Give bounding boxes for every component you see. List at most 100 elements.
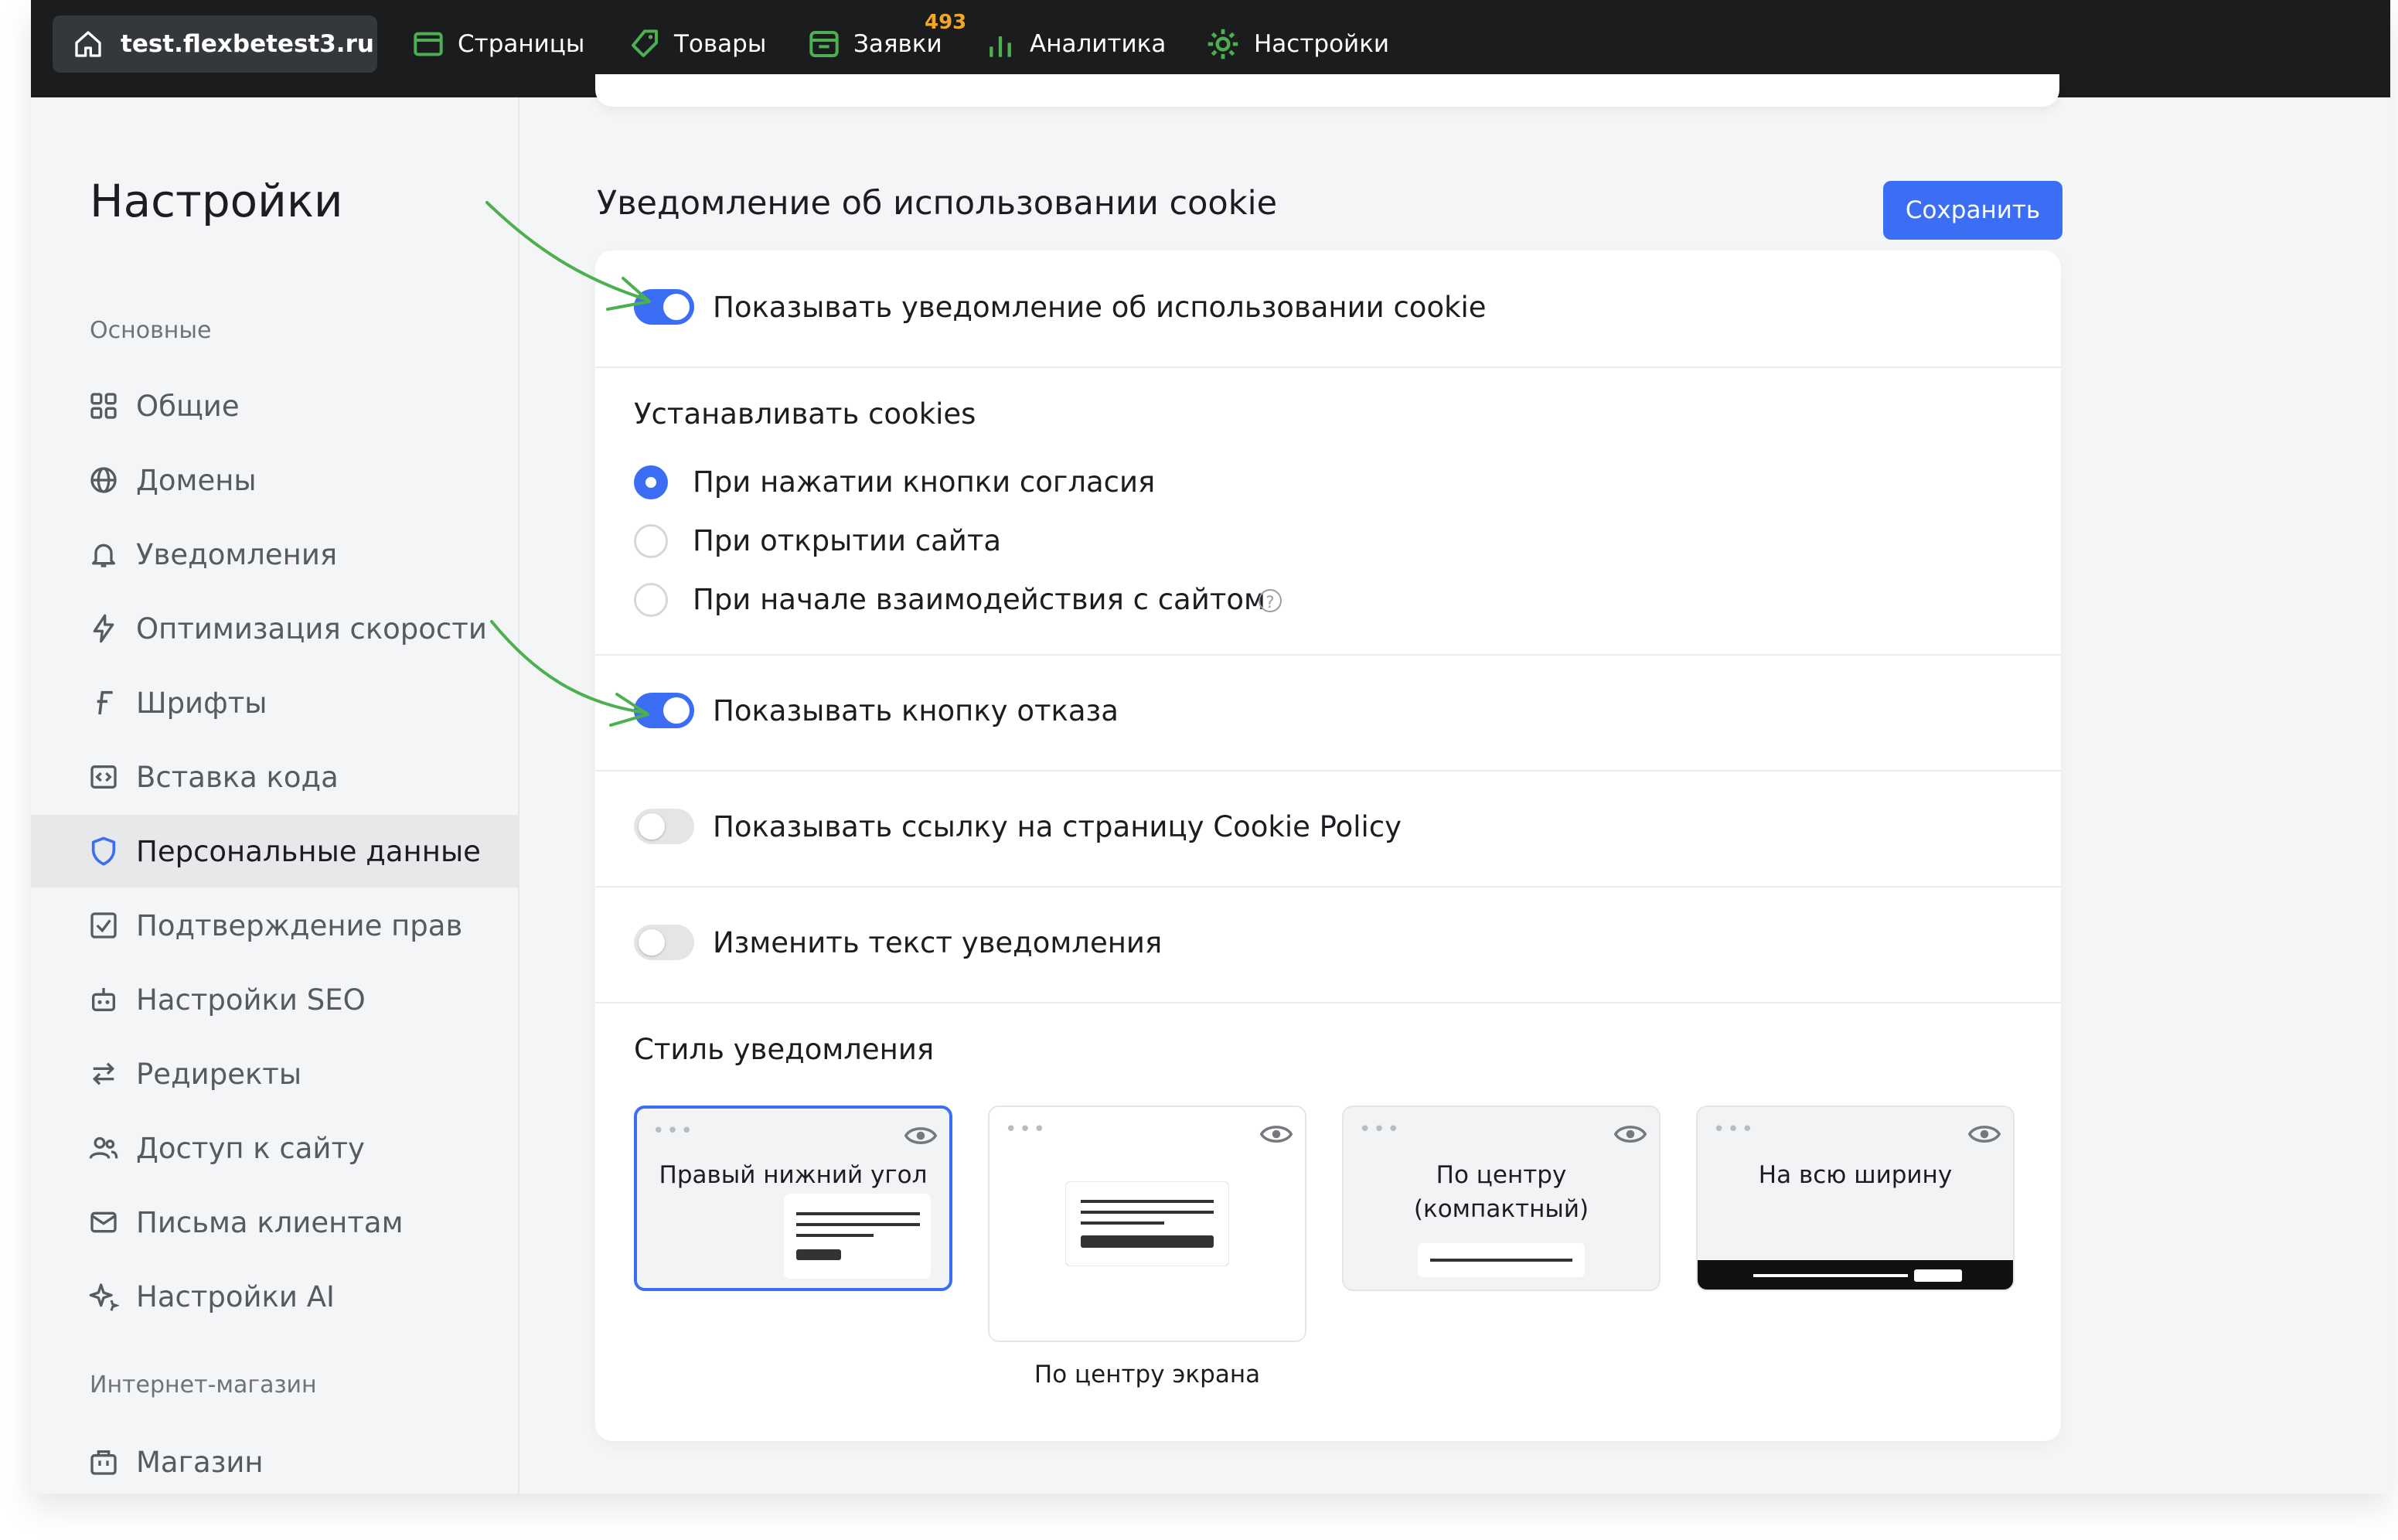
globe-icon xyxy=(90,467,117,493)
notice-style-title: Стиль уведомления xyxy=(634,1033,935,1066)
sidebar-item-verification[interactable]: Подтверждение прав xyxy=(31,889,518,962)
sidebar-item-label: Редиректы xyxy=(136,1057,302,1091)
eye-icon[interactable] xyxy=(1968,1123,2001,1146)
radio-on-open[interactable] xyxy=(634,524,668,558)
mail-icon xyxy=(90,1211,117,1233)
sidebar-item-label: Общие xyxy=(136,389,240,423)
row-reject-button: Показывать кнопку отказа xyxy=(595,654,2061,772)
style-option-center-screen-label: По центру экрана xyxy=(1034,1361,1261,1388)
nav-pages[interactable]: Страницы xyxy=(413,23,584,65)
window-dots-icon: ••• xyxy=(652,1119,696,1143)
bag-icon xyxy=(90,1450,117,1475)
code-icon xyxy=(90,765,117,789)
sidebar-section-main: Основные xyxy=(90,317,212,344)
sidebar-item-label: Вставка кода xyxy=(136,760,339,794)
sidebar-section-shop: Интернет-магазин xyxy=(90,1371,317,1399)
lightning-icon xyxy=(93,614,114,643)
sidebar-item-label: Уведомления xyxy=(136,537,338,571)
style-option-full-width-label: На всю ширину xyxy=(1758,1161,1953,1189)
row-change-text: Изменить текст уведомления xyxy=(595,886,2061,1003)
nav-settings[interactable]: Настройки xyxy=(1206,23,1389,65)
eye-icon[interactable] xyxy=(1260,1123,1293,1146)
page-title: Уведомление об использовании cookie xyxy=(597,184,1278,223)
nav-analytics[interactable]: Аналитика xyxy=(985,23,1166,65)
sidebar-item-label: Домены xyxy=(136,463,257,497)
save-button[interactable]: Сохранить xyxy=(1883,181,2062,240)
radio-on-interaction[interactable] xyxy=(634,583,668,617)
radio-on-interaction-label: При начале взаимодействия с сайтом xyxy=(693,583,1265,616)
sidebar-item-label: Письма клиентам xyxy=(136,1205,404,1239)
tag-icon xyxy=(632,29,658,57)
site-domain: test.flexbetest3.ru xyxy=(121,30,374,58)
show-notice-label: Показывать уведомление об использовании … xyxy=(713,291,1487,324)
shield-icon xyxy=(91,836,116,866)
checkbox-icon xyxy=(90,912,117,939)
home-icon xyxy=(75,31,101,57)
sidebar-item-personal-data[interactable]: Персональные данные xyxy=(31,815,518,888)
sidebar-item-speed[interactable]: Оптимизация скорости xyxy=(31,592,518,665)
sidebar-item-access[interactable]: Доступ к сайту xyxy=(31,1112,518,1184)
sidebar-item-label: Настройки SEO xyxy=(136,983,366,1017)
radio-on-consent[interactable] xyxy=(634,465,668,499)
nav-requests-label: Заявки xyxy=(853,30,942,58)
eye-icon[interactable] xyxy=(1614,1123,1647,1146)
sidebar-item-label: Персональные данные xyxy=(136,834,481,868)
sidebar-item-fonts[interactable]: Шрифты xyxy=(31,666,518,739)
policy-link-label: Показывать ссылку на страницу Cookie Pol… xyxy=(713,810,1402,843)
set-cookies-title: Устанавливать cookies xyxy=(634,397,976,431)
style-option-center-screen[interactable]: ••• xyxy=(988,1106,1306,1342)
reject-button-toggle[interactable] xyxy=(634,693,694,728)
style-option-full-width[interactable]: ••• xyxy=(1696,1106,2015,1291)
sidebar-item-redirects[interactable]: Редиректы xyxy=(31,1037,518,1110)
previous-section-card xyxy=(595,74,2059,107)
sidebar-item-code[interactable]: Вставка кода xyxy=(31,741,518,813)
gear-icon xyxy=(1208,29,1238,60)
notice-preview-icon xyxy=(1418,1243,1585,1277)
site-switcher[interactable]: test.flexbetest3.ru xyxy=(53,15,377,73)
window-dots-icon: ••• xyxy=(1359,1118,1402,1141)
notice-preview-icon xyxy=(1065,1181,1229,1266)
radio-on-consent-label: При нажатии кнопки согласия xyxy=(693,465,1156,499)
nav-products[interactable]: Товары xyxy=(629,23,766,65)
sidebar-title: Настройки xyxy=(90,175,343,227)
radio-on-open-label: При открытии сайта xyxy=(693,524,1002,557)
nav-pages-label: Страницы xyxy=(458,30,585,58)
reject-button-label: Показывать кнопку отказа xyxy=(713,694,1119,727)
sidebar-item-seo[interactable]: Настройки SEO xyxy=(31,963,518,1036)
window-dots-icon: ••• xyxy=(1005,1118,1048,1141)
style-option-bottom-right[interactable]: ••• xyxy=(634,1106,952,1291)
grid-icon xyxy=(90,393,117,419)
eye-icon[interactable] xyxy=(904,1124,937,1147)
sidebar-item-label: Шрифты xyxy=(136,686,267,720)
chart-icon xyxy=(990,36,1011,57)
sidebar-item-label: Доступ к сайту xyxy=(136,1131,365,1165)
cookie-settings-card: Показывать уведомление об использовании … xyxy=(595,250,2061,1441)
nav-products-label: Товары xyxy=(674,30,767,58)
show-notice-toggle[interactable] xyxy=(634,289,694,325)
users-icon xyxy=(89,1136,118,1159)
sidebar-item-ai[interactable]: Настройки AI xyxy=(31,1260,518,1333)
row-policy-link: Показывать ссылку на страницу Cookie Pol… xyxy=(595,770,2061,888)
nav-requests[interactable]: Заявки xyxy=(809,23,942,65)
sidebar-item-general[interactable]: Общие xyxy=(31,370,518,442)
change-text-label: Изменить текст уведомления xyxy=(713,926,1163,959)
inbox-icon xyxy=(809,31,839,57)
notice-preview-icon xyxy=(784,1194,931,1279)
policy-link-toggle[interactable] xyxy=(634,809,694,844)
label-line-2: (компактный) xyxy=(1413,1195,1589,1223)
sidebar-item-domains[interactable]: Домены xyxy=(31,444,518,516)
sidebar-item-label: Подтверждение прав xyxy=(136,908,463,942)
help-icon[interactable]: ? xyxy=(1259,589,1282,612)
label-line-1: По центру xyxy=(1436,1161,1567,1189)
row-set-cookies: Устанавливать cookies При нажатии кнопки… xyxy=(595,366,2061,656)
window-dots-icon: ••• xyxy=(1713,1118,1756,1141)
sidebar-item-shop[interactable]: Магазин xyxy=(31,1426,518,1494)
bell-icon xyxy=(92,543,115,567)
sidebar-item-emails[interactable]: Письма клиентам xyxy=(31,1186,518,1259)
app-window: test.flexbetest3.ru Страницы Товары Заяв… xyxy=(31,0,2390,1494)
change-text-toggle[interactable] xyxy=(634,925,694,960)
sidebar-item-notifications[interactable]: Уведомления xyxy=(31,518,518,591)
nav-settings-label: Настройки xyxy=(1254,30,1390,58)
settings-sidebar: Настройки Основные Общие Домены Уведомле… xyxy=(31,97,519,1494)
notice-preview-icon xyxy=(1698,1260,2013,1290)
